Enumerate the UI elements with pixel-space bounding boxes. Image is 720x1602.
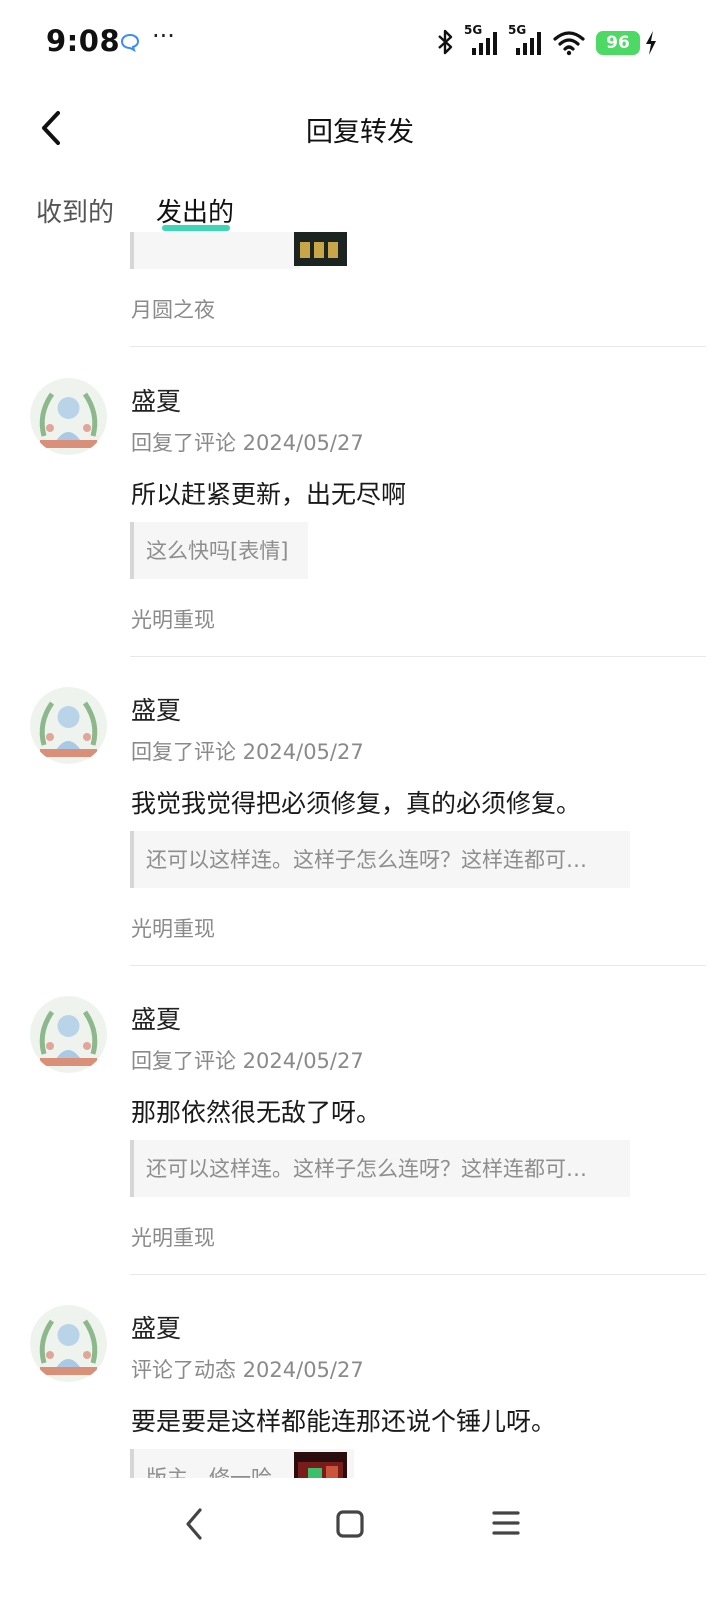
- page-title: 回复转发: [306, 117, 414, 148]
- quote-text: 还可以这样连。这样子怎么连呀？这样连都可…: [146, 848, 587, 872]
- source-title[interactable]: 光明重现: [131, 1222, 215, 1252]
- signal-bars-icon: [516, 32, 541, 55]
- system-nav-bar: [0, 1478, 720, 1602]
- avatar-image: [30, 996, 107, 1073]
- source-title[interactable]: 月圆之夜: [131, 294, 215, 324]
- status-time: 9:08: [46, 24, 121, 58]
- reply-content[interactable]: 所以赶紧更新，出无尽啊: [131, 475, 406, 511]
- avatar[interactable]: [30, 1305, 107, 1382]
- thumbnail-image: [294, 232, 347, 266]
- quoted-comment[interactable]: 这么快吗[表情]: [130, 522, 308, 579]
- divider: [130, 346, 706, 347]
- quoted-comment[interactable]: 还可以这样连。这样子怎么连呀？这样连都可…: [130, 1140, 630, 1197]
- charging-icon: [646, 31, 656, 55]
- reply-content[interactable]: 那那依然很无敌了呀。: [131, 1093, 381, 1129]
- list-item[interactable]: 月圆之夜: [0, 232, 720, 348]
- battery-indicator: 96: [596, 31, 640, 55]
- action-meta: 回复了评论 2024/05/27: [131, 431, 364, 455]
- avatar[interactable]: [30, 687, 107, 764]
- quote-text: 版主，修一哈: [146, 1466, 272, 1478]
- signal-bars-icon: [472, 32, 497, 55]
- avatar[interactable]: [30, 996, 107, 1073]
- quote-thumbnail: [294, 1452, 347, 1478]
- status-bar: 9:08 ··· 5G 5G 96: [0, 0, 720, 86]
- avatar[interactable]: [30, 378, 107, 455]
- action-meta: 回复了评论 2024/05/27: [131, 1049, 364, 1073]
- reply-list[interactable]: 月圆之夜 盛夏 回复了评论 2024/05/27 所以赶紧更新，出无尽啊 这么快…: [0, 232, 720, 1478]
- nav-menu-icon[interactable]: [490, 1508, 522, 1538]
- quote-thumbnail: [294, 232, 347, 266]
- user-name[interactable]: 盛夏: [131, 1000, 181, 1036]
- list-item[interactable]: 盛夏 回复了评论 2024/05/27 所以赶紧更新，出无尽啊 这么快吗[表情]…: [0, 348, 720, 657]
- quoted-comment[interactable]: [130, 232, 300, 269]
- quote-text: 还可以这样连。这样子怎么连呀？这样连都可…: [146, 1157, 587, 1181]
- list-item[interactable]: 盛夏 评论了动态 2024/05/27 要是要是这样都能连那还说个锤儿呀。 版主…: [0, 1275, 720, 1478]
- action-meta: 评论了动态 2024/05/27: [131, 1358, 364, 1382]
- reply-content[interactable]: 我觉我觉得把必须修复，真的必须修复。: [131, 784, 581, 820]
- list-item[interactable]: 盛夏 回复了评论 2024/05/27 那那依然很无敌了呀。 还可以这样连。这样…: [0, 966, 720, 1275]
- tab-received[interactable]: 收到的: [36, 192, 114, 229]
- nav-back-icon[interactable]: [180, 1506, 210, 1542]
- thumbnail-image: [294, 1452, 347, 1478]
- wifi-icon: [553, 31, 585, 56]
- source-title[interactable]: 光明重现: [131, 913, 215, 943]
- reply-content[interactable]: 要是要是这样都能连那还说个锤儿呀。: [131, 1402, 556, 1438]
- user-name[interactable]: 盛夏: [131, 691, 181, 727]
- action-meta: 回复了评论 2024/05/27: [131, 740, 364, 764]
- message-notification-icon: [120, 33, 140, 52]
- list-item[interactable]: 盛夏 回复了评论 2024/05/27 我觉我觉得把必须修复，真的必须修复。 还…: [0, 657, 720, 966]
- avatar-image: [30, 378, 107, 455]
- quote-text: 这么快吗[表情]: [146, 539, 289, 563]
- tab-sent[interactable]: 发出的: [156, 192, 234, 229]
- avatar-image: [30, 687, 107, 764]
- nav-home-icon[interactable]: [334, 1508, 366, 1540]
- status-indicators: 5G 5G: [434, 22, 586, 62]
- cellular-signal-1: 5G: [464, 23, 502, 57]
- cellular-signal-2: 5G: [508, 23, 546, 57]
- active-tab-indicator: [162, 225, 230, 231]
- status-more-icon: ···: [152, 22, 175, 50]
- source-title[interactable]: 光明重现: [131, 604, 215, 634]
- header: 回复转发: [0, 86, 720, 172]
- user-name[interactable]: 盛夏: [131, 382, 181, 418]
- quoted-comment[interactable]: 还可以这样连。这样子怎么连呀？这样连都可…: [130, 831, 630, 888]
- user-name[interactable]: 盛夏: [131, 1309, 181, 1345]
- bluetooth-icon: [438, 29, 453, 55]
- avatar-image: [30, 1305, 107, 1382]
